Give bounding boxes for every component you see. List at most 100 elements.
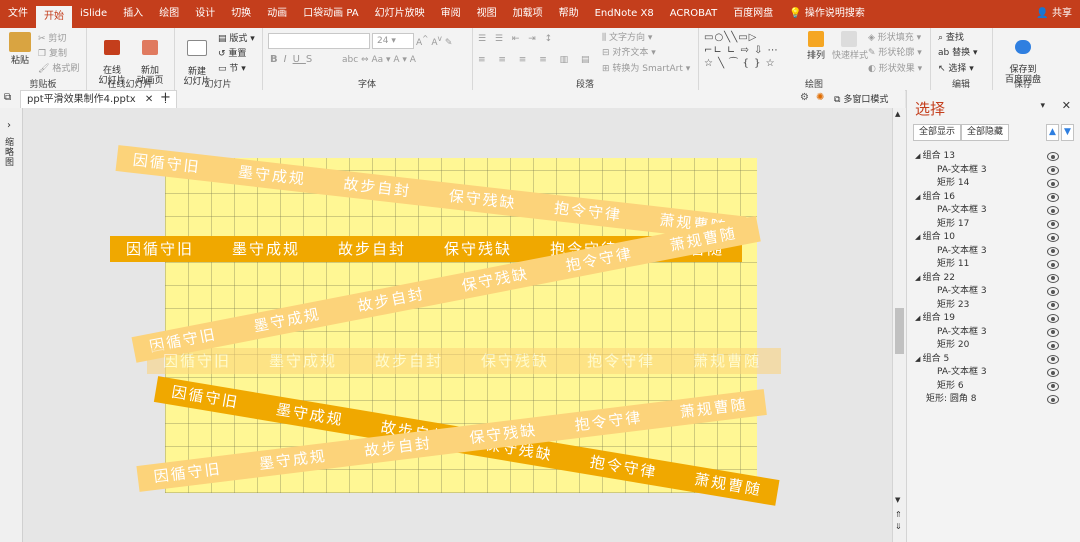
multi-window-button[interactable]: ⧉ 多窗口模式 (834, 92, 888, 105)
quick-styles-button[interactable]: 快速样式 (832, 31, 868, 61)
text-strip-3[interactable]: 因循守旧 墨守成规 故步自封 保守残缺 抱令守律 萧规曹随 (147, 348, 781, 374)
select-button[interactable]: ↖ 选择 ▾ (938, 61, 974, 74)
send-backward-button[interactable]: ▼ (1061, 124, 1074, 141)
tab-16[interactable]: 百度网盘 (725, 0, 781, 28)
visibility-eye-icon[interactable] (1047, 395, 1059, 404)
selection-item[interactable]: PA-文本框 3 (907, 164, 1080, 178)
tab-15[interactable]: ACROBAT (662, 0, 726, 28)
tab-3[interactable]: 插入 (115, 0, 151, 28)
layout-button[interactable]: ▤ 版式 ▾ (218, 31, 255, 44)
paste-button[interactable]: 粘贴 (8, 32, 32, 66)
collapse-triangle-icon[interactable]: ◢ (915, 193, 923, 201)
visibility-eye-icon[interactable] (1047, 300, 1059, 310)
tab-5[interactable]: 设计 (187, 0, 223, 28)
tab-6[interactable]: 切换 (223, 0, 259, 28)
visibility-eye-icon[interactable] (1047, 273, 1059, 283)
selection-item[interactable]: PA-文本框 3 (907, 366, 1080, 380)
scroll-down-icon[interactable]: ▼ (895, 496, 900, 504)
selection-item[interactable]: 矩形 11 (907, 258, 1080, 272)
new-window-icon[interactable]: ⧉ (4, 92, 11, 103)
collapse-triangle-icon[interactable]: ◢ (915, 152, 923, 160)
expand-chevron-icon[interactable]: › (7, 120, 11, 131)
selection-item[interactable]: ◢ 组合 16 (907, 191, 1080, 205)
visibility-eye-icon[interactable] (1047, 368, 1059, 377)
visibility-eye-icon[interactable] (1047, 233, 1059, 242)
scrollbar-thumb[interactable] (895, 308, 904, 354)
visibility-eye-icon[interactable] (1047, 206, 1059, 215)
prev-slide-icon[interactable]: ⇑ (895, 510, 902, 519)
find-button[interactable]: ⌕ 查找 (938, 30, 964, 43)
selection-item[interactable]: 矩形 20 (907, 339, 1080, 353)
tab-1[interactable]: 开始 (36, 6, 72, 28)
tab-13[interactable]: 帮助 (551, 0, 587, 28)
format-painter-button[interactable]: 🖌 格式刷 (38, 61, 79, 74)
collapse-triangle-icon[interactable]: ◢ (915, 355, 923, 363)
cut-button[interactable]: ✂ 剪切 (38, 31, 66, 44)
copy-button[interactable]: ❐ 复制 (38, 46, 67, 59)
selection-item[interactable]: 矩形: 圆角 8 (907, 393, 1080, 407)
selection-item[interactable]: 矩形 23 (907, 299, 1080, 313)
font-name-dropdown[interactable] (268, 33, 370, 49)
visibility-eye-icon[interactable] (1047, 152, 1059, 161)
smartart-button[interactable]: ⊞ 转换为 SmartArt ▾ (602, 61, 690, 74)
selection-item[interactable]: ◢ 组合 10 (907, 231, 1080, 245)
tell-me-search[interactable]: 💡 操作说明搜索 (781, 0, 873, 28)
slide-canvas[interactable]: 因循守旧 墨守成规 故步自封 保守残缺 抱令守律 萧规曹随 因循守旧 墨守成规 故步自封 保守残缺… (23, 108, 892, 542)
replace-button[interactable]: ab 替换 ▾ (938, 45, 978, 58)
settings-icon[interactable]: ⚙ (800, 92, 809, 103)
document-tab[interactable]: ppt平滑效果制作4.pptx ✕ ⋮ (20, 90, 178, 109)
bring-forward-button[interactable]: ▲ (1046, 124, 1059, 141)
visibility-eye-icon[interactable] (1047, 327, 1059, 337)
align-buttons[interactable]: ≡ ≡ ≡ ≡ ▥ ▤ (478, 55, 594, 65)
char-spacing-buttons[interactable]: abc ⇔ Aa ▾ A ▾ A (342, 55, 416, 65)
tab-0[interactable]: 文件 (0, 0, 36, 28)
shape-fill-button[interactable]: ◈ 形状填充 ▾ (868, 30, 921, 43)
selection-item[interactable]: 矩形 17 (907, 218, 1080, 232)
selection-item[interactable]: ◢ 组合 13 (907, 150, 1080, 164)
thumbnail-strip[interactable]: › 缩略图 (0, 108, 23, 542)
font-size-dropdown[interactable]: 24 ▾ (372, 33, 414, 49)
gear-icon[interactable]: ✺ (816, 92, 824, 103)
close-icon[interactable]: ✕ (145, 94, 153, 105)
visibility-eye-icon[interactable] (1047, 165, 1059, 175)
visibility-eye-icon[interactable] (1047, 381, 1059, 391)
font-style-buttons[interactable]: BIUS (270, 54, 318, 65)
vertical-scrollbar[interactable]: ▲ ▼ ⇑ ⇓ (892, 108, 906, 542)
section-button[interactable]: ▭ 节 ▾ (218, 61, 246, 74)
selection-item[interactable]: PA-文本框 3 (907, 326, 1080, 340)
visibility-eye-icon[interactable] (1047, 287, 1059, 296)
selection-item[interactable]: PA-文本框 3 (907, 204, 1080, 218)
selection-item[interactable]: PA-文本框 3 (907, 245, 1080, 259)
tab-11[interactable]: 视图 (469, 0, 505, 28)
shape-outline-button[interactable]: ✎ 形状轮廓 ▾ (868, 45, 922, 58)
align-text-button[interactable]: ⊟ 对齐文本 ▾ (602, 45, 656, 58)
visibility-eye-icon[interactable] (1047, 341, 1059, 350)
scroll-up-icon[interactable]: ▲ (895, 110, 900, 118)
visibility-eye-icon[interactable] (1047, 314, 1059, 323)
shapes-gallery[interactable]: ▭○╲╲▭▷ ⌐∟ ∟ ⇨ ⇩ ⋯ ☆ ╲ ⁀ { } ☆ (704, 31, 796, 73)
selection-item[interactable]: ◢ 组合 22 (907, 272, 1080, 286)
reset-button[interactable]: ↺ 重置 (218, 46, 246, 59)
close-icon[interactable]: ✕ (1062, 99, 1071, 112)
share-button[interactable]: 👤 共享 (1036, 0, 1072, 28)
shape-effects-button[interactable]: ◐ 形状效果 ▾ (868, 61, 922, 74)
selection-item[interactable]: PA-文本框 3 (907, 285, 1080, 299)
list-buttons[interactable]: ☰ ☰ ⇤ ⇥ ↕ (478, 34, 555, 44)
tab-9[interactable]: 幻灯片放映 (367, 0, 433, 28)
show-all-button[interactable]: 全部显示 (913, 124, 962, 141)
tab-10[interactable]: 审阅 (433, 0, 469, 28)
visibility-eye-icon[interactable] (1047, 192, 1059, 202)
visibility-eye-icon[interactable] (1047, 260, 1059, 269)
tab-8[interactable]: 口袋动画 PA (295, 0, 366, 28)
tab-14[interactable]: EndNote X8 (587, 0, 662, 28)
selection-item[interactable]: ◢ 组合 19 (907, 312, 1080, 326)
visibility-eye-icon[interactable] (1047, 354, 1059, 364)
collapse-triangle-icon[interactable]: ◢ (915, 274, 923, 282)
selection-item[interactable]: 矩形 6 (907, 380, 1080, 394)
visibility-eye-icon[interactable] (1047, 179, 1059, 188)
next-slide-icon[interactable]: ⇓ (895, 522, 902, 531)
collapse-triangle-icon[interactable]: ◢ (915, 233, 923, 241)
visibility-eye-icon[interactable] (1047, 246, 1059, 256)
tab-4[interactable]: 绘图 (151, 0, 187, 28)
visibility-eye-icon[interactable] (1047, 219, 1059, 229)
